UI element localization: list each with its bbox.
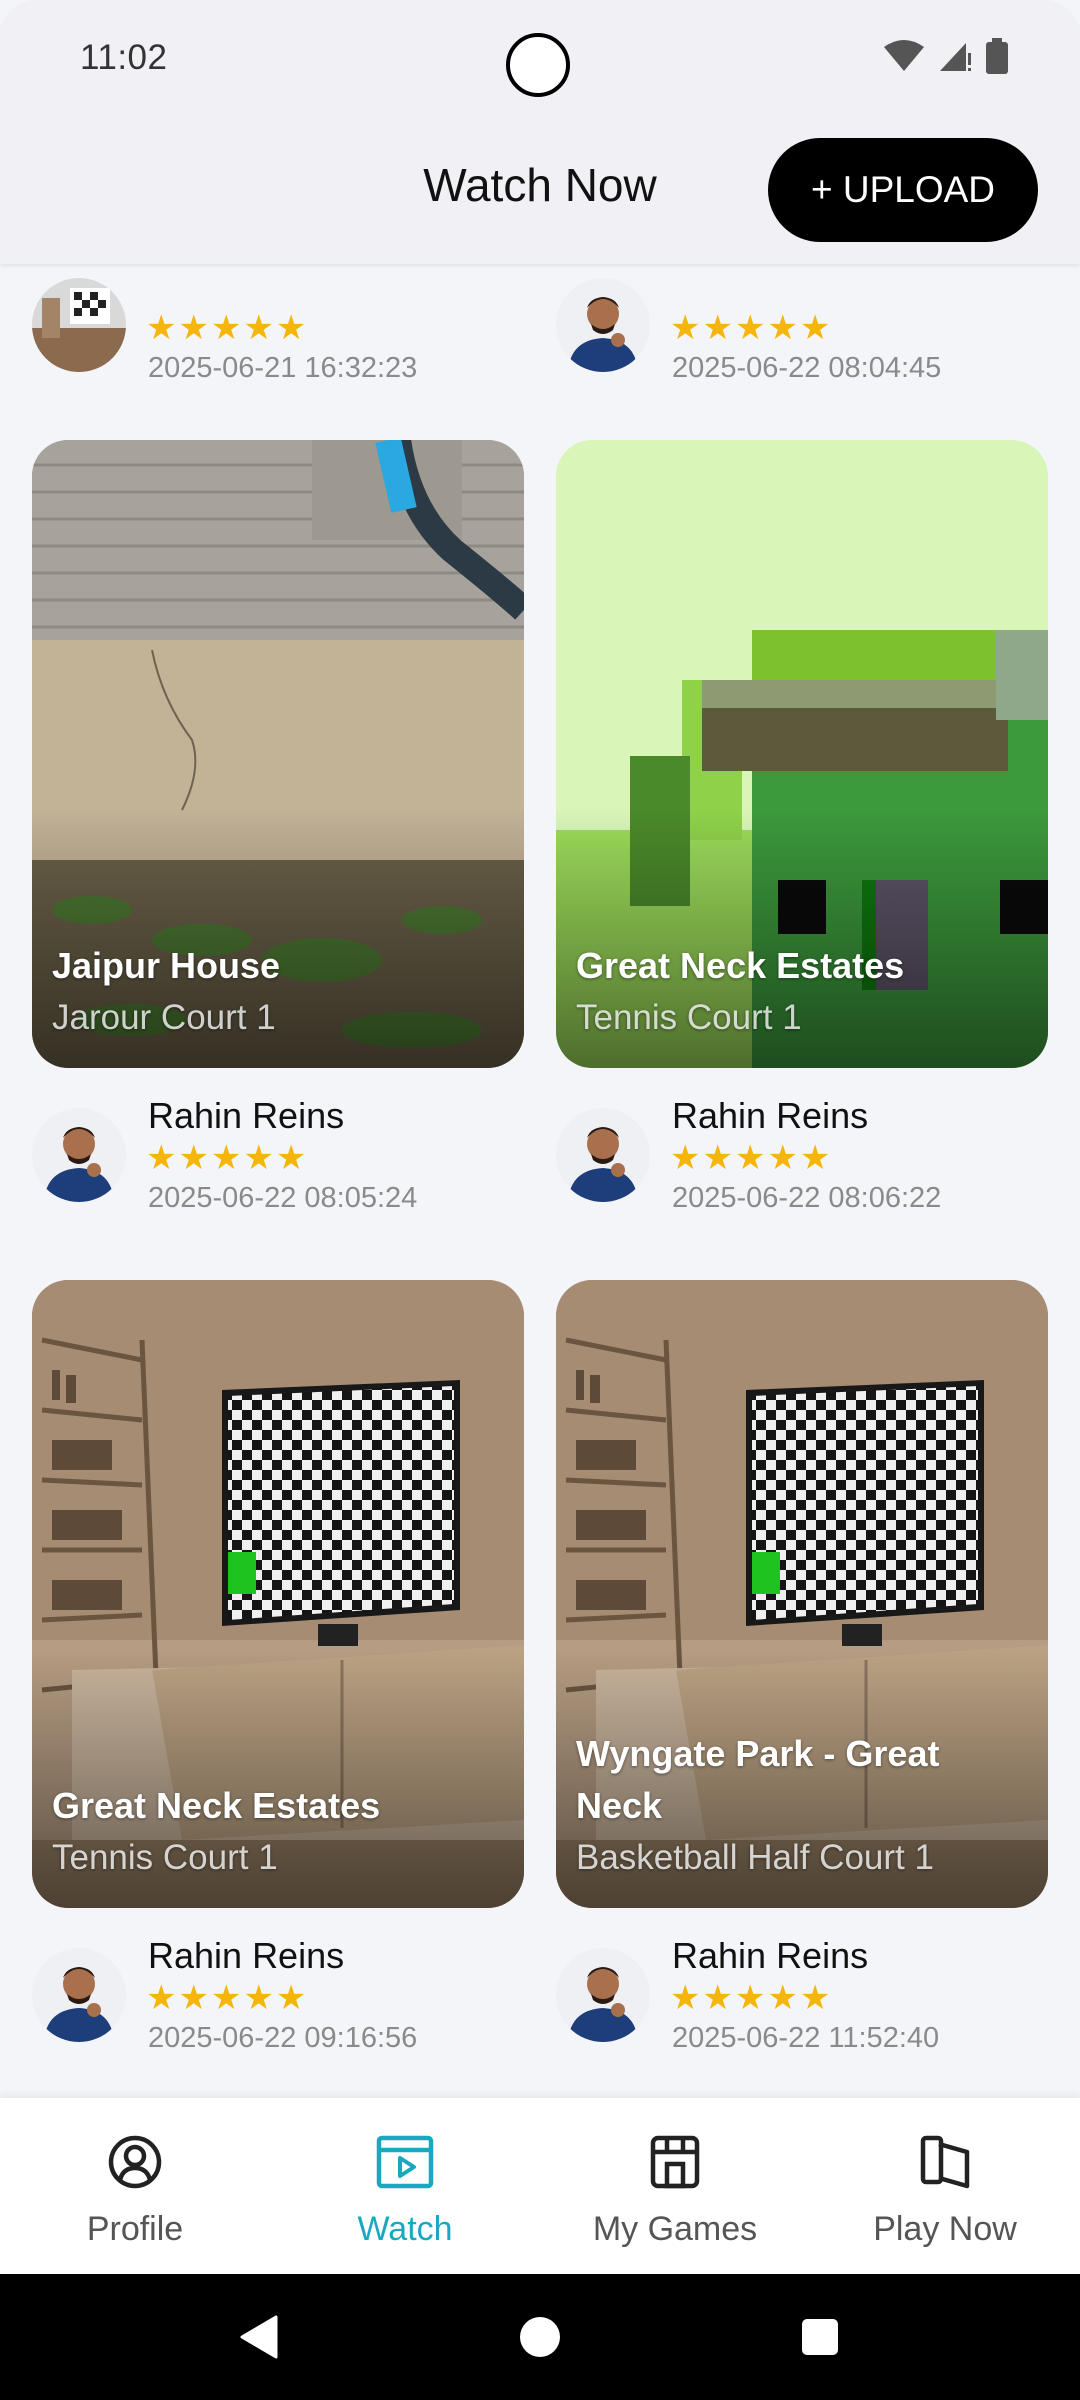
rating-stars: ★★★★★: [670, 1979, 833, 2017]
video-feed[interactable]: ★★★★★ 2025-06-21 16:32:23 ★★★★★ 2025-06-…: [0, 264, 1080, 2098]
upload-timestamp: 2025-06-22 08:04:45: [672, 352, 942, 384]
status-icons: [884, 38, 1008, 74]
signal-icon: [940, 43, 971, 71]
venue-name: Great Neck Estates: [576, 945, 905, 986]
avatar[interactable]: [556, 1108, 650, 1202]
avatar[interactable]: [32, 278, 126, 372]
upload-timestamp: 2025-06-22 08:05:24: [148, 1182, 418, 1214]
court-name: Tennis Court 1: [576, 998, 802, 1037]
system-nav-bar: [0, 2274, 1080, 2400]
rating-stars: ★★★★★: [146, 1979, 309, 2017]
games-icon: [650, 2135, 700, 2189]
recents-button[interactable]: [780, 2274, 860, 2400]
court-name: Basketball Half Court 1: [576, 1838, 934, 1877]
wifi-icon: [884, 40, 924, 71]
rating-stars: ★★★★★: [146, 1139, 309, 1177]
watch-icon: [376, 2135, 434, 2189]
upload-button[interactable]: + UPLOAD: [768, 138, 1038, 242]
nav-watch[interactable]: Watch: [270, 2098, 540, 2274]
upload-timestamp: 2025-06-22 11:52:40: [672, 2022, 940, 2054]
upload-timestamp: 2025-06-22 09:16:56: [148, 2022, 418, 2054]
uploader-name[interactable]: Rahin Reins: [672, 1934, 868, 1978]
back-button[interactable]: [220, 2274, 300, 2400]
video-thumbnail[interactable]: Great Neck Estates Tennis Court 1: [556, 440, 1048, 1068]
uploader-name[interactable]: Rahin Reins: [672, 1094, 868, 1138]
uploader-name[interactable]: Rahin Reins: [148, 1094, 344, 1138]
video-thumbnail[interactable]: Jaipur House Jarour Court 1: [32, 440, 524, 1068]
app-header: 11:02 Watch Now + UPLOAD: [0, 0, 1080, 264]
nav-profile[interactable]: Profile: [0, 2098, 270, 2274]
rating-stars: ★★★★★: [670, 309, 833, 347]
nav-label-play-now: Play Now: [873, 2210, 1017, 2248]
status-time: 11:02: [80, 38, 168, 77]
avatar[interactable]: [32, 1948, 126, 2042]
court-name: Tennis Court 1: [52, 1838, 278, 1877]
venue-name: Great Neck Estates: [52, 1785, 381, 1826]
avatar[interactable]: [32, 1108, 126, 1202]
upload-timestamp: 2025-06-21 16:32:23: [148, 352, 418, 384]
nav-label-my-games: My Games: [592, 2210, 758, 2248]
profile-icon: [108, 2135, 162, 2189]
bottom-nav: Profile Watch My Games Play Now: [0, 2098, 1080, 2274]
home-button[interactable]: [500, 2274, 580, 2400]
battery-icon: [986, 38, 1008, 74]
court-name: Jarour Court 1: [52, 998, 276, 1037]
nav-my-games[interactable]: My Games: [540, 2098, 810, 2274]
back-icon: [240, 2315, 278, 2359]
avatar[interactable]: [556, 278, 650, 372]
video-thumbnail[interactable]: Great Neck Estates Tennis Court 1: [32, 1280, 524, 1908]
rating-stars: ★★★★★: [146, 309, 309, 347]
nav-play-now[interactable]: Play Now: [810, 2098, 1080, 2274]
uploader-name[interactable]: Rahin Reins: [148, 1934, 344, 1978]
front-camera: [506, 33, 570, 97]
venue-name: Jaipur House: [52, 945, 281, 986]
play-now-icon: [920, 2135, 970, 2189]
home-icon: [520, 2317, 560, 2357]
venue-name: Wyngate Park - Great Neck: [576, 1733, 940, 1826]
video-thumbnail[interactable]: Wyngate Park - Great Neck Basketball Hal…: [556, 1280, 1048, 1908]
upload-timestamp: 2025-06-22 08:06:22: [672, 1182, 942, 1214]
recents-icon: [802, 2319, 838, 2355]
rating-stars: ★★★★★: [670, 1139, 833, 1177]
nav-label-watch: Watch: [357, 2210, 453, 2248]
avatar[interactable]: [556, 1948, 650, 2042]
nav-label-profile: Profile: [86, 2210, 184, 2248]
